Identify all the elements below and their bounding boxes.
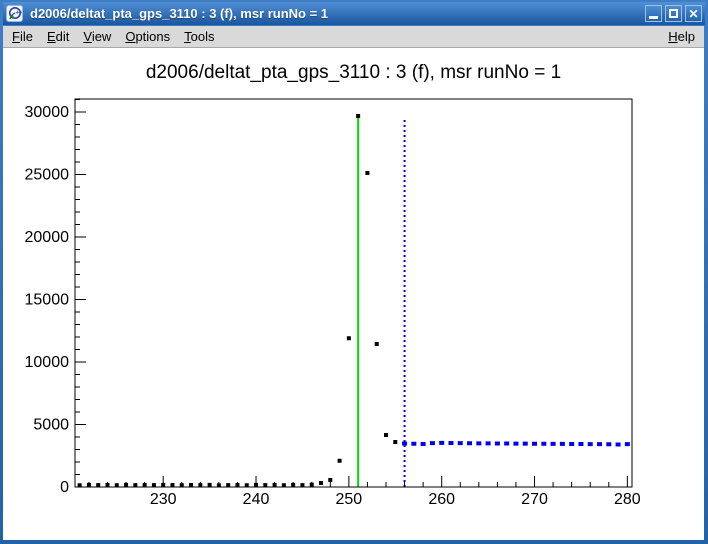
x-tick-label: 250 xyxy=(336,491,363,508)
theory-point xyxy=(513,442,518,446)
theory-point xyxy=(448,441,453,445)
menu-bar: File Edit View Options Tools Help xyxy=(3,26,704,48)
theory-point xyxy=(551,442,556,446)
data-point xyxy=(273,483,277,487)
data-point xyxy=(105,483,109,487)
x-tick-label: 270 xyxy=(521,491,548,508)
data-point xyxy=(189,483,193,487)
data-point xyxy=(78,483,82,487)
plot-title: d2006/deltat_pta_gps_3110 : 3 (f), msr r… xyxy=(146,62,561,83)
y-tick-label: 10000 xyxy=(25,354,70,371)
theory-point xyxy=(402,442,407,446)
window-title: d2006/deltat_pta_gps_3110 : 3 (f), msr r… xyxy=(30,6,645,21)
root-icon: ++ xyxy=(6,5,23,22)
theory-point xyxy=(486,441,491,445)
theory-point xyxy=(421,442,426,446)
root-canvas-window: ++ d2006/deltat_pta_gps_3110 : 3 (f), ms… xyxy=(0,0,708,544)
data-point xyxy=(115,483,119,487)
y-tick-label: 5000 xyxy=(33,417,69,434)
data-point xyxy=(328,478,332,482)
close-icon: ✕ xyxy=(688,8,698,20)
x-tick-label: 240 xyxy=(243,491,270,508)
menu-options[interactable]: Options xyxy=(118,27,177,46)
theory-point xyxy=(439,441,444,445)
data-point xyxy=(393,440,397,444)
x-tick-label: 260 xyxy=(428,491,455,508)
data-point xyxy=(208,483,212,487)
data-point xyxy=(319,481,323,485)
data-point xyxy=(310,483,314,487)
x-tick-label: 230 xyxy=(150,491,177,508)
data-point xyxy=(375,342,379,346)
theory-point xyxy=(569,442,574,446)
data-point xyxy=(245,483,249,487)
data-point xyxy=(180,483,184,487)
plot-canvas-area[interactable]: d2006/deltat_pta_gps_3110 : 3 (f), msr r… xyxy=(3,48,704,540)
data-point xyxy=(217,483,221,487)
svg-text:++: ++ xyxy=(16,11,23,17)
minimize-button[interactable] xyxy=(645,5,662,22)
data-point xyxy=(124,483,128,487)
y-tick-label: 30000 xyxy=(25,104,70,121)
data-point xyxy=(152,483,156,487)
close-button[interactable]: ✕ xyxy=(685,5,702,22)
theory-point xyxy=(625,442,630,446)
window-controls: ✕ xyxy=(645,5,702,22)
data-point xyxy=(143,483,147,487)
data-point xyxy=(235,483,239,487)
data-point xyxy=(87,483,91,487)
data-point xyxy=(170,483,174,487)
x-tick-label: 280 xyxy=(614,491,641,508)
maximize-icon xyxy=(669,9,678,18)
y-tick-label: 25000 xyxy=(25,167,70,184)
maximize-button[interactable] xyxy=(665,5,682,22)
data-point xyxy=(96,483,100,487)
data-point xyxy=(365,171,369,175)
theory-point xyxy=(560,442,565,446)
theory-point xyxy=(458,441,463,445)
theory-point xyxy=(504,442,509,446)
theory-point xyxy=(541,442,546,446)
theory-point xyxy=(606,442,611,446)
window-body: File Edit View Options Tools Help d2006/… xyxy=(3,26,704,540)
theory-point xyxy=(578,442,583,446)
menu-edit[interactable]: Edit xyxy=(40,27,76,46)
theory-point xyxy=(430,441,435,445)
y-tick-label: 20000 xyxy=(25,229,70,246)
data-point xyxy=(300,483,304,487)
title-bar[interactable]: ++ d2006/deltat_pta_gps_3110 : 3 (f), ms… xyxy=(3,2,705,25)
data-point xyxy=(347,336,351,340)
menu-file[interactable]: File xyxy=(5,27,40,46)
data-point xyxy=(161,483,165,487)
theory-point xyxy=(616,443,621,447)
data-point xyxy=(338,459,342,463)
root-icon-graphic: ++ xyxy=(7,6,22,21)
data-point xyxy=(263,483,267,487)
data-point xyxy=(226,483,230,487)
plot-frame xyxy=(75,99,632,487)
theory-point xyxy=(411,442,416,446)
menu-help[interactable]: Help xyxy=(661,27,702,46)
data-point xyxy=(198,483,202,487)
data-point xyxy=(291,483,295,487)
menu-tools[interactable]: Tools xyxy=(177,27,221,46)
theory-point xyxy=(523,442,528,446)
theory-point xyxy=(476,441,481,445)
histogram-plot[interactable]: d2006/deltat_pta_gps_3110 : 3 (f), msr r… xyxy=(3,48,704,540)
data-point xyxy=(282,483,286,487)
y-tick-label: 15000 xyxy=(25,292,70,309)
menu-view[interactable]: View xyxy=(76,27,118,46)
data-point xyxy=(254,483,258,487)
data-point xyxy=(356,114,360,118)
theory-point xyxy=(532,442,537,446)
theory-point xyxy=(495,442,500,446)
theory-point xyxy=(467,441,472,445)
data-point xyxy=(384,433,388,437)
y-tick-label: 0 xyxy=(60,479,69,496)
theory-point xyxy=(597,442,602,446)
theory-point xyxy=(588,442,593,446)
data-point xyxy=(133,483,137,487)
minimize-icon xyxy=(649,16,658,19)
